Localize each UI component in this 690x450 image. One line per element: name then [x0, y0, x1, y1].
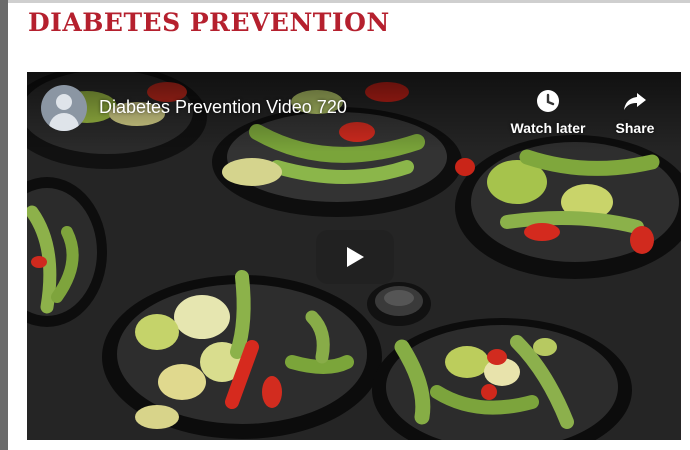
video-title[interactable]: Diabetes Prevention Video 720 [99, 97, 347, 118]
watch-later-button[interactable]: Watch later [502, 88, 594, 136]
left-border [0, 0, 8, 450]
share-arrow-icon [624, 93, 646, 110]
play-button[interactable] [316, 230, 394, 284]
page-title: DIABETES PREVENTION [28, 8, 390, 37]
avatar-body [49, 113, 79, 131]
share-button[interactable]: Share [607, 88, 663, 136]
watch-later-label: Watch later [510, 120, 586, 136]
center-cup [367, 282, 431, 326]
bowl-bottom-left [102, 270, 382, 439]
avatar-head [56, 94, 72, 110]
play-icon [347, 247, 364, 267]
clock-icon [537, 90, 559, 112]
share-label: Share [615, 120, 655, 136]
channel-avatar-icon[interactable] [41, 85, 87, 131]
video-player[interactable]: Diabetes Prevention Video 720 Watch late… [27, 72, 681, 440]
top-rule [0, 0, 690, 3]
